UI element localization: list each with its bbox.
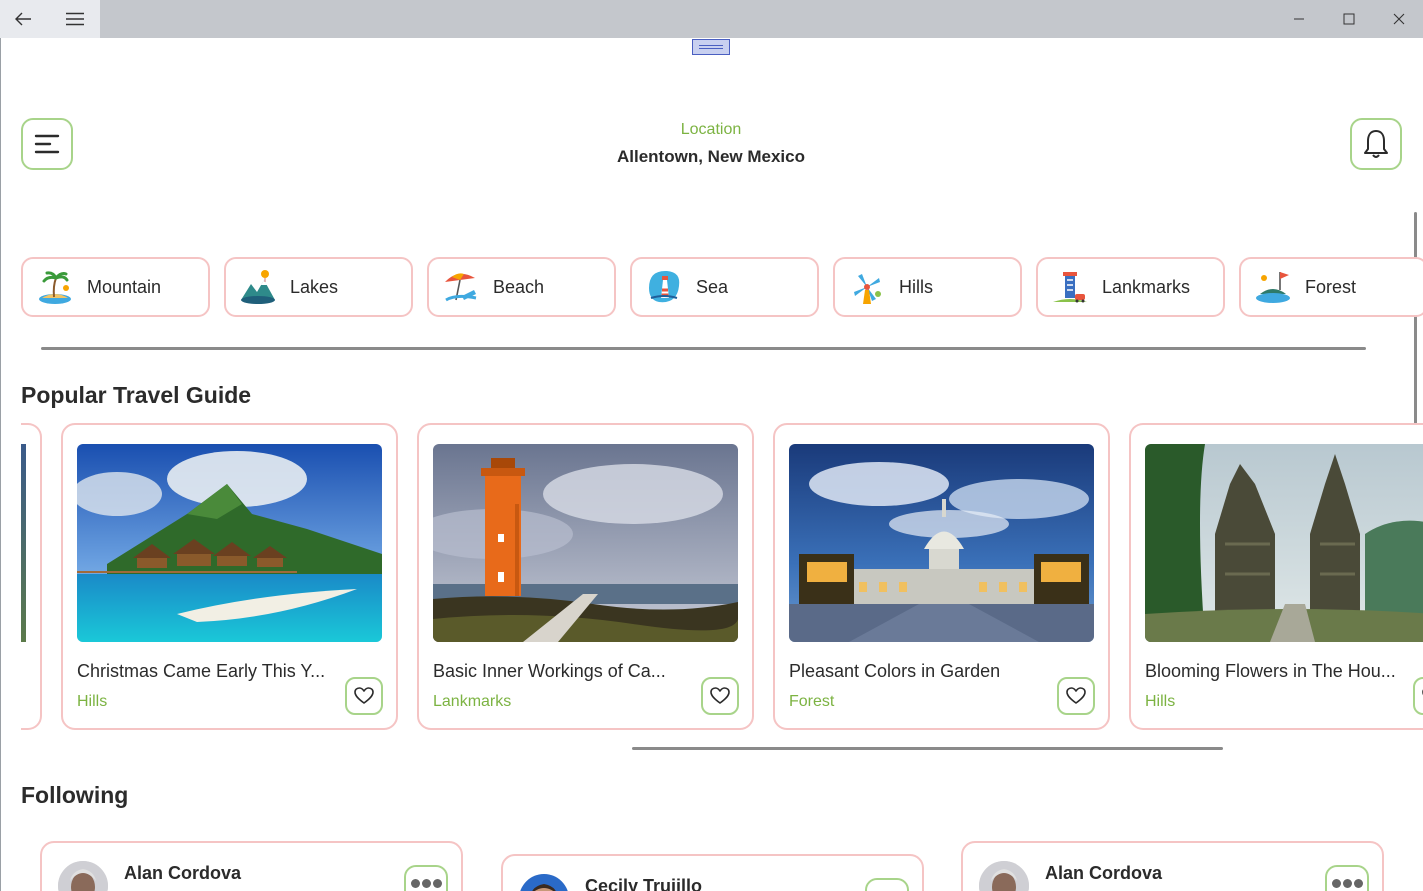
dot-icon xyxy=(432,879,442,888)
category-lakes[interactable]: Lakes xyxy=(224,257,413,317)
avatar xyxy=(58,861,108,891)
dot-icon xyxy=(1353,879,1363,888)
guide-category: Hills xyxy=(1145,693,1176,710)
side-menu-button[interactable] xyxy=(21,118,73,170)
notifications-button[interactable] xyxy=(1350,118,1402,170)
dot-icon xyxy=(421,879,431,888)
tropical-island-photo xyxy=(77,444,382,642)
guide-category: Lankmarks xyxy=(433,693,512,710)
guide-card[interactable]: Basic Inner Workings of Ca... Lankmarks xyxy=(417,423,754,730)
guide-title: Christmas Came Early This Y... xyxy=(77,661,326,681)
more-options-button[interactable] xyxy=(865,878,909,891)
guide-title: Blooming Flowers in The Hou... xyxy=(1145,661,1396,681)
drag-handle[interactable] xyxy=(692,39,730,55)
guide-card[interactable]: Pleasant Colors in Garden Forest xyxy=(773,423,1110,730)
category-sea[interactable]: Sea xyxy=(630,257,819,317)
avatar xyxy=(979,861,1029,891)
landmark-icon xyxy=(1050,267,1090,307)
maximize-icon[interactable] xyxy=(1326,0,1372,38)
following-card[interactable]: Cecily Trujillo xyxy=(501,854,924,891)
category-label: Hills xyxy=(899,276,933,297)
category-label: Forest xyxy=(1305,276,1357,297)
category-label: Mountain xyxy=(87,276,162,297)
flag-island-icon xyxy=(1253,267,1293,307)
following-card[interactable]: Alan Cordova xyxy=(961,841,1384,891)
following-title: Following xyxy=(21,782,129,808)
favorite-button[interactable] xyxy=(345,677,383,715)
popular-guide-title: Popular Travel Guide xyxy=(21,382,252,408)
dot-icon xyxy=(1331,879,1341,888)
lighthouse-icon xyxy=(644,267,684,307)
guide-card[interactable]: Blooming Flowers in The Hou... Hills xyxy=(1129,423,1423,730)
close-icon[interactable] xyxy=(1376,0,1422,38)
vertical-scrollbar[interactable] xyxy=(1414,212,1417,424)
minimize-icon[interactable] xyxy=(1276,0,1322,38)
guide-category: Hills xyxy=(77,693,108,710)
partial-photo xyxy=(21,444,26,642)
category-label: Sea xyxy=(696,276,729,297)
temple-gate-photo xyxy=(1145,444,1423,642)
category-hills[interactable]: Hills xyxy=(833,257,1022,317)
heart-icon xyxy=(1066,687,1086,704)
category-landmarks[interactable]: Lankmarks xyxy=(1036,257,1225,317)
guide-title: Basic Inner Workings of Ca... xyxy=(433,661,666,681)
heart-icon xyxy=(354,687,374,704)
beach-icon xyxy=(441,267,481,307)
window-titlebar xyxy=(0,0,1423,38)
lake-icon xyxy=(238,267,278,307)
more-options-button[interactable] xyxy=(1325,865,1369,891)
hamburger-menu-icon[interactable] xyxy=(52,0,98,38)
following-name: Alan Cordova xyxy=(124,863,242,883)
avatar xyxy=(519,874,569,891)
bell-icon xyxy=(1364,130,1388,158)
guide-card[interactable]: Christmas Came Early This Y... Hills xyxy=(61,423,398,730)
back-icon[interactable] xyxy=(0,0,46,38)
location-label: Location xyxy=(680,121,742,138)
following-card[interactable]: Alan Cordova xyxy=(40,841,463,891)
following-name: Cecily Trujillo xyxy=(585,876,703,891)
category-mountain[interactable]: Mountain xyxy=(21,257,210,317)
category-forest[interactable]: Forest xyxy=(1239,257,1423,317)
dot-icon xyxy=(410,879,420,888)
guide-category: Forest xyxy=(789,693,835,710)
window-left-border xyxy=(0,38,1,891)
location-value[interactable]: Allentown, New Mexico xyxy=(560,147,862,167)
more-options-button[interactable] xyxy=(404,865,448,891)
guides-scrollbar[interactable] xyxy=(632,747,1223,750)
capitol-building-photo xyxy=(789,444,1094,642)
category-label: Lankmarks xyxy=(1102,276,1191,297)
category-label: Beach xyxy=(493,276,545,297)
dot-icon xyxy=(1342,879,1352,888)
favorite-button[interactable] xyxy=(1413,677,1423,715)
favorite-button[interactable] xyxy=(701,677,739,715)
lighthouse-photo xyxy=(433,444,738,642)
menu-lines-icon xyxy=(34,134,60,154)
island-icon xyxy=(35,267,75,307)
favorite-button[interactable] xyxy=(1057,677,1095,715)
category-beach[interactable]: Beach xyxy=(427,257,616,317)
following-name: Alan Cordova xyxy=(1045,863,1163,883)
windmill-icon xyxy=(847,267,887,307)
guide-title: Pleasant Colors in Garden xyxy=(789,661,1001,681)
categories-scrollbar[interactable] xyxy=(41,347,1366,350)
heart-icon xyxy=(710,687,730,704)
guide-card-partial[interactable] xyxy=(21,423,42,730)
category-label: Lakes xyxy=(290,276,339,297)
